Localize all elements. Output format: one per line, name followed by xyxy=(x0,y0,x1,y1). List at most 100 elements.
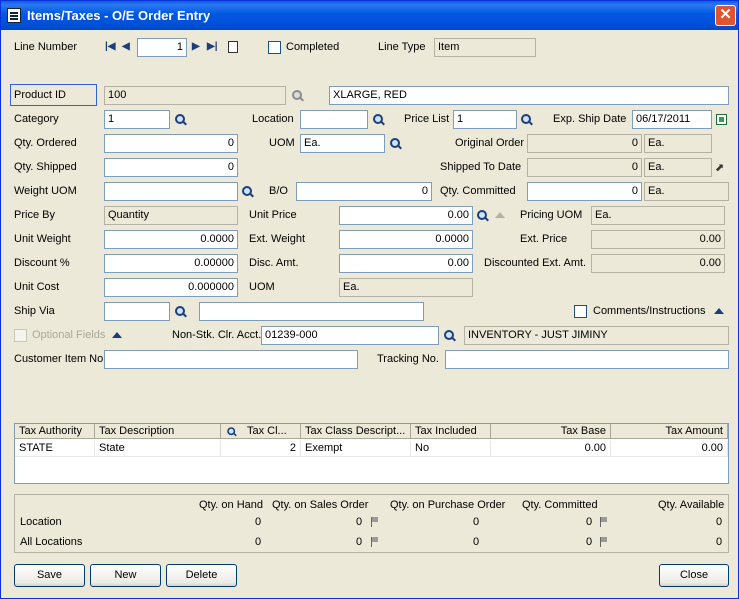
customer-item-label: Customer Item No. xyxy=(14,353,107,365)
pricing-uom-field[interactable]: Ea. xyxy=(591,206,725,225)
title-bar: Items/Taxes - O/E Order Entry ✕ xyxy=(1,1,738,30)
tax-base-header[interactable]: Tax Base xyxy=(491,424,611,439)
category-field[interactable]: 1 xyxy=(104,110,170,129)
shipped-to-date-uom-field[interactable]: Ea. xyxy=(644,158,712,177)
exp-ship-date-label: Exp. Ship Date xyxy=(553,113,627,125)
all-sales-order-drilldown-icon[interactable] xyxy=(370,537,378,547)
unit-weight-field[interactable]: 0.0000 xyxy=(104,230,238,249)
table-cell[interactable]: State xyxy=(95,441,221,457)
non-stk-search-icon[interactable] xyxy=(443,329,457,343)
ship-via-field[interactable] xyxy=(104,302,170,321)
comments-expand-icon[interactable] xyxy=(714,308,724,314)
ext-weight-field[interactable]: 0.0000 xyxy=(339,230,473,249)
qty-on-purchase-order-header: Qty. on Purchase Order xyxy=(390,499,506,511)
qty-committed-uom-field[interactable]: Ea. xyxy=(644,182,729,201)
tax-description-header[interactable]: Tax Description xyxy=(95,424,221,439)
delete-button[interactable]: Delete xyxy=(166,564,237,587)
ext-weight-label: Ext. Weight xyxy=(249,233,306,245)
line-type-label: Line Type xyxy=(378,41,426,53)
tax-included-header[interactable]: Tax Included xyxy=(411,424,491,439)
line-number-field[interactable]: 1 xyxy=(137,38,187,57)
price-by-field[interactable]: Quantity xyxy=(104,206,238,225)
qty-ordered-label: Qty. Ordered xyxy=(14,137,77,149)
weight-uom-field[interactable] xyxy=(104,182,238,201)
uom2-field[interactable]: Ea. xyxy=(339,278,473,297)
location-search-icon[interactable] xyxy=(372,113,386,127)
disc-amt-field[interactable]: 0.00 xyxy=(339,254,473,273)
save-button[interactable]: Save xyxy=(14,564,85,587)
discount-pct-field[interactable]: 0.00000 xyxy=(104,254,238,273)
optional-fields-expand-icon[interactable] xyxy=(112,332,122,338)
original-order-label: Original Order xyxy=(455,137,525,149)
comments-label: Comments/Instructions xyxy=(593,305,706,317)
table-cell[interactable]: Exempt xyxy=(301,441,411,457)
unit-price-field[interactable]: 0.00 xyxy=(339,206,473,225)
table-cell[interactable]: 0.00 xyxy=(491,441,611,457)
ship-via-search-icon[interactable] xyxy=(174,305,188,319)
non-stk-clr-acct-field[interactable]: 01239-000 xyxy=(261,326,439,345)
tracking-field[interactable] xyxy=(445,350,729,369)
bo-field[interactable]: 0 xyxy=(296,182,432,201)
new-button[interactable]: New xyxy=(90,564,161,587)
tax-class-search-icon[interactable] xyxy=(226,426,237,437)
original-order-uom-field[interactable]: Ea. xyxy=(644,134,712,153)
table-cell[interactable]: 2 xyxy=(221,441,301,457)
table-cell[interactable]: No xyxy=(411,441,491,457)
qty-shipped-field[interactable]: 0 xyxy=(104,158,238,177)
product-description-field[interactable]: XLARGE, RED xyxy=(329,86,729,105)
first-record-icon[interactable]: |◀ xyxy=(105,41,116,52)
price-list-search-icon[interactable] xyxy=(520,113,534,127)
qty-ordered-field[interactable]: 0 xyxy=(104,134,238,153)
tax-class-description-header[interactable]: Tax Class Descript... xyxy=(301,424,411,439)
all-committed-drilldown-icon[interactable] xyxy=(599,537,607,547)
unit-price-search-icon[interactable] xyxy=(476,209,490,223)
table-cell[interactable]: STATE xyxy=(15,441,95,457)
category-label: Category xyxy=(14,113,59,125)
optional-fields-checkbox[interactable] xyxy=(14,329,27,342)
unit-price-label: Unit Price xyxy=(249,209,297,221)
ext-price-field[interactable]: 0.00 xyxy=(591,230,725,249)
uom-search-icon[interactable] xyxy=(389,137,403,151)
next-record-icon[interactable]: ▶ xyxy=(192,41,200,52)
ship-via-description-field[interactable] xyxy=(199,302,424,321)
tax-amount-header[interactable]: Tax Amount xyxy=(611,424,728,439)
uom-field[interactable]: Ea. xyxy=(300,134,385,153)
close-button[interactable]: Close xyxy=(659,564,729,587)
pricing-expand-icon[interactable] xyxy=(495,212,505,218)
previous-record-icon[interactable]: ◀ xyxy=(122,41,130,52)
tax-grid[interactable]: Tax Authority Tax Description Tax Cl... … xyxy=(14,423,729,484)
original-order-field[interactable]: 0 xyxy=(527,134,642,153)
committed-drilldown-icon[interactable] xyxy=(599,517,607,527)
discounted-ext-amt-field[interactable]: 0.00 xyxy=(591,254,725,273)
non-stk-clr-acct-label: Non-Stk. Clr. Acct. xyxy=(172,329,262,341)
product-id-field[interactable]: 100 xyxy=(104,86,286,105)
category-search-icon[interactable] xyxy=(174,113,188,127)
customer-item-field[interactable] xyxy=(104,350,358,369)
last-record-icon[interactable]: ▶| xyxy=(207,41,218,52)
all-locations-qty-on-purchase-order: 0 xyxy=(473,536,480,548)
completed-checkbox[interactable] xyxy=(268,41,281,54)
weight-uom-search-icon[interactable] xyxy=(241,185,255,199)
location-qty-on-sales-order: 0 xyxy=(356,516,363,528)
tax-authority-header[interactable]: Tax Authority xyxy=(15,424,95,439)
discounted-ext-amt-label: Discounted Ext. Amt. xyxy=(484,257,587,269)
non-stk-description-field[interactable]: INVENTORY - JUST JIMINY xyxy=(464,326,729,345)
sales-order-drilldown-icon[interactable] xyxy=(370,517,378,527)
new-document-icon[interactable] xyxy=(228,41,238,53)
table-cell[interactable]: 0.00 xyxy=(611,441,728,457)
close-window-button[interactable]: ✕ xyxy=(715,5,736,26)
calendar-icon[interactable] xyxy=(716,114,727,125)
uom-label: UOM xyxy=(269,137,295,149)
comments-checkbox[interactable] xyxy=(574,305,587,318)
exp-ship-date-field[interactable]: 06/17/2011 xyxy=(632,110,712,129)
unit-cost-field[interactable]: 0.000000 xyxy=(104,278,238,297)
line-type-field[interactable]: Item xyxy=(434,38,536,57)
qty-committed-field[interactable]: 0 xyxy=(527,182,642,201)
shipped-to-date-field[interactable]: 0 xyxy=(527,158,642,177)
inventory-summary: Qty. on Hand Qty. on Sales Order Qty. on… xyxy=(14,494,729,553)
product-search-icon[interactable] xyxy=(291,89,305,103)
qty-on-sales-order-header: Qty. on Sales Order xyxy=(272,499,369,511)
price-list-field[interactable]: 1 xyxy=(453,110,517,129)
location-field[interactable] xyxy=(300,110,368,129)
drilldown-icon[interactable]: ⬈ xyxy=(715,161,729,175)
